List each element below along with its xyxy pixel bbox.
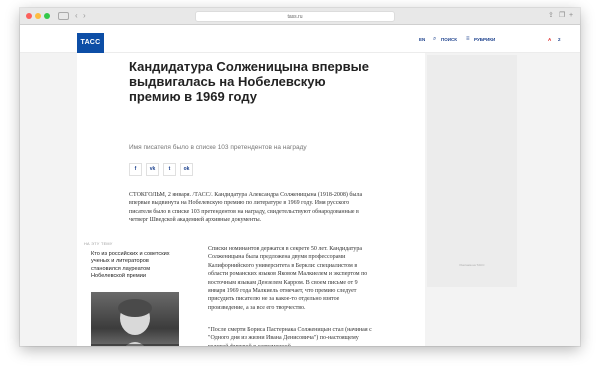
- address-bar[interactable]: tass.ru: [195, 11, 395, 22]
- article-paragraph: СТОКГОЛЬМ, 2 января. /ТАСС/. Кандидатура…: [129, 192, 363, 224]
- sidebar-ad[interactable]: Реклама на ТАСС: [427, 55, 517, 287]
- ok-share-button[interactable]: ok: [180, 163, 193, 176]
- menu-icon[interactable]: ≡: [466, 36, 470, 43]
- tabs-icon[interactable]: ❐: [559, 12, 565, 20]
- facebook-share-button[interactable]: f: [129, 163, 142, 176]
- close-window-button[interactable]: [26, 13, 32, 19]
- url-text: tass.ru: [287, 14, 303, 20]
- zoom-window-button[interactable]: [44, 13, 50, 19]
- share-icon[interactable]: ⇪: [548, 12, 554, 20]
- twitter-share-button[interactable]: t: [163, 163, 176, 176]
- related-title[interactable]: Кто из российских и советских ученых и л…: [91, 251, 179, 281]
- tass-logo[interactable]: ТАСС: [77, 33, 104, 53]
- plus-icon[interactable]: +: [569, 12, 573, 20]
- web-page: ТАСС EN ⌕ ПОИСК ≡ РУБРИКИ A 2 Кандидатур…: [20, 25, 580, 346]
- search-link[interactable]: ПОИСК: [441, 37, 457, 43]
- related-photo[interactable]: [91, 292, 179, 346]
- browser-window: ‹ › tass.ru ⇪ ❐ + ТАСС EN ⌕ ПОИСК ≡ РУБР…: [20, 8, 580, 346]
- article-paragraph: Списки номинантов держатся в секрете 50 …: [208, 246, 368, 311]
- article-paragraph: "После смерти Бориса Пастернака Солжениц…: [208, 327, 372, 346]
- minimize-window-button[interactable]: [35, 13, 41, 19]
- related-label: НА ЭТУ ТЕМУ: [84, 242, 113, 246]
- related-block[interactable]: НА ЭТУ ТЕМУ Кто из российских и советски…: [84, 242, 179, 346]
- vk-share-button[interactable]: vk: [146, 163, 159, 176]
- extra-badge[interactable]: 2: [558, 37, 561, 43]
- back-arrow-icon[interactable]: ‹: [75, 11, 78, 21]
- browser-titlebar: ‹ › tass.ru ⇪ ❐ +: [20, 8, 580, 25]
- person-photo-icon: [91, 299, 179, 346]
- sections-link[interactable]: РУБРИКИ: [474, 37, 495, 43]
- ad-caption: Реклама на ТАСС: [459, 263, 485, 267]
- article-lead: Имя писателя было в списке 103 претенден…: [129, 144, 307, 151]
- article: Кандидатура Солженицына впервые выдвигал…: [77, 53, 425, 346]
- article-headline: Кандидатура Солженицына впервые выдвигал…: [129, 59, 369, 104]
- site-header: ТАСС EN ⌕ ПОИСК ≡ РУБРИКИ A 2: [20, 25, 580, 53]
- sidebar-icon[interactable]: [58, 12, 69, 20]
- search-icon[interactable]: ⌕: [433, 36, 436, 43]
- accessibility-icon[interactable]: A: [548, 37, 551, 43]
- forward-arrow-icon[interactable]: ›: [83, 11, 86, 21]
- lang-switch[interactable]: EN: [419, 37, 425, 43]
